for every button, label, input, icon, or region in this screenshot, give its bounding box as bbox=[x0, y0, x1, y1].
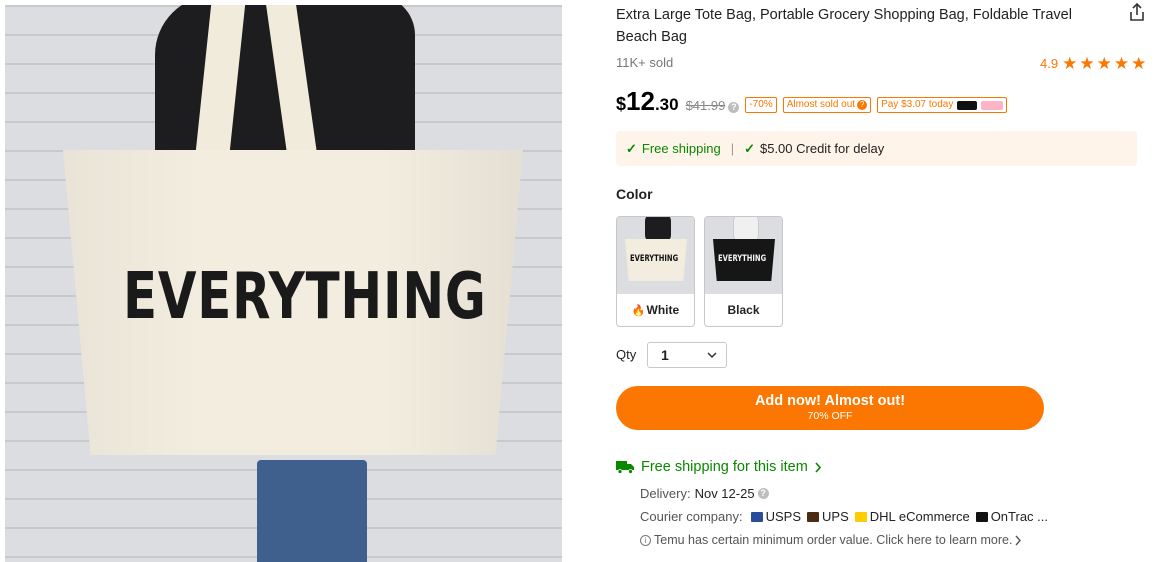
courier-row: Courier company: USPS UPS DHL eCommerce … bbox=[640, 509, 1048, 524]
almost-sold-badge[interactable]: Almost sold out? bbox=[782, 97, 872, 113]
discount-badge: -70% bbox=[745, 97, 777, 113]
tote-bag-print: EVERYTHING bbox=[123, 260, 487, 334]
chevron-right-icon bbox=[815, 461, 821, 473]
swatch-label: Black bbox=[727, 303, 760, 317]
pay-later-label: Pay $3.07 today bbox=[881, 99, 954, 110]
courier-name: OnTrac ... bbox=[990, 509, 1048, 524]
delay-credit-text: $5.00 Credit for delay bbox=[759, 141, 885, 156]
info-icon[interactable]: ? bbox=[728, 102, 740, 113]
rating-value: 4.9 bbox=[1040, 56, 1059, 71]
rating[interactable]: 4.9 ★ ★ ★ ★ ★ bbox=[1040, 55, 1146, 72]
color-label: Color bbox=[616, 186, 653, 202]
share-icon[interactable] bbox=[1128, 2, 1146, 22]
star-icon: ★ bbox=[1062, 54, 1078, 73]
courier-name: USPS bbox=[765, 509, 802, 524]
ups-logo-icon bbox=[807, 511, 820, 522]
rating-stars: ★ ★ ★ ★ ★ bbox=[1062, 55, 1146, 72]
separator: | bbox=[730, 141, 735, 156]
chevron-down-icon bbox=[707, 352, 717, 359]
swatch-caption: 🔥White bbox=[617, 303, 694, 317]
price-integer: 12 bbox=[626, 86, 655, 116]
check-icon: ✓ bbox=[744, 140, 755, 156]
sold-count: 11K+ sold bbox=[616, 55, 674, 70]
add-to-cart-sublabel: 70% OFF bbox=[807, 410, 853, 422]
price-cents: .30 bbox=[654, 95, 679, 114]
delivery-row: Delivery: Nov 12-25 ? bbox=[640, 486, 769, 501]
original-price: $41.99 bbox=[685, 98, 726, 113]
tote-bag-print: EVERYTHING bbox=[718, 254, 767, 264]
info-icon: ? bbox=[857, 100, 868, 110]
ontrac-logo-icon bbox=[975, 511, 988, 522]
delivery-label: Delivery: bbox=[640, 486, 691, 501]
check-icon: ✓ bbox=[626, 140, 637, 156]
swatch-label: White bbox=[646, 303, 680, 317]
almost-sold-label: Almost sold out bbox=[786, 99, 856, 110]
courier-name: DHL eCommerce bbox=[869, 509, 970, 524]
color-option-black[interactable]: EVERYTHING Black bbox=[704, 216, 783, 327]
tote-bag-print: EVERYTHING bbox=[630, 254, 679, 264]
flame-icon: 🔥 bbox=[631, 305, 646, 317]
star-icon: ★ bbox=[1079, 54, 1095, 73]
product-main-image[interactable]: EVERYTHING bbox=[5, 5, 562, 562]
truck-icon bbox=[616, 461, 634, 474]
qty-select[interactable]: 1 bbox=[647, 342, 727, 368]
courier-label: Courier company: bbox=[640, 509, 743, 524]
pay-later-badge[interactable]: Pay $3.07 today bbox=[877, 97, 1008, 113]
price-currency: $ bbox=[616, 94, 627, 114]
info-icon: i bbox=[640, 534, 651, 546]
min-order-text: Temu has certain minimum order value. Cl… bbox=[654, 533, 1013, 547]
shipping-banner: ✓ Free shipping | ✓ $5.00 Credit for del… bbox=[616, 131, 1137, 166]
swatch-image: EVERYTHING bbox=[617, 217, 694, 294]
model-jeans bbox=[257, 460, 367, 562]
info-icon[interactable]: ? bbox=[757, 488, 769, 499]
afterpay-logo-icon bbox=[957, 100, 978, 110]
qty-label: Qty bbox=[616, 347, 637, 362]
delivery-value: Nov 12-25 bbox=[694, 486, 755, 501]
star-icon: ★ bbox=[1096, 54, 1112, 73]
model-arm bbox=[335, 45, 415, 165]
chevron-right-icon bbox=[1015, 535, 1022, 545]
discount-badge-label: -70% bbox=[749, 99, 773, 110]
add-to-cart-button[interactable]: Add now! Almost out! 70% OFF bbox=[616, 386, 1044, 430]
add-to-cart-label: Add now! Almost out! bbox=[754, 393, 906, 409]
swatch-image: EVERYTHING bbox=[705, 217, 782, 294]
dhl-logo-icon bbox=[854, 511, 867, 522]
product-title: Extra Large Tote Bag, Portable Grocery S… bbox=[616, 7, 1072, 45]
star-icon: ★ bbox=[1113, 54, 1130, 73]
price-row: $ 12 .30 $41.99 ? -70% Almost sold out? … bbox=[616, 86, 1008, 117]
free-shipping-text: Free shipping bbox=[641, 141, 721, 156]
usps-logo-icon bbox=[750, 511, 763, 522]
star-icon: ★ bbox=[1131, 54, 1147, 73]
min-order-note[interactable]: i Temu has certain minimum order value. … bbox=[640, 533, 1022, 547]
courier-name: UPS bbox=[822, 509, 849, 524]
free-shipping-link-label: Free shipping for this item bbox=[641, 459, 808, 475]
color-option-white[interactable]: EVERYTHING 🔥White bbox=[616, 216, 695, 327]
klarna-logo-icon bbox=[981, 100, 1004, 110]
courier-list: USPS UPS DHL eCommerce OnTrac ... bbox=[745, 509, 1048, 524]
qty-value: 1 bbox=[661, 347, 669, 363]
free-shipping-link[interactable]: Free shipping for this item bbox=[616, 459, 822, 475]
